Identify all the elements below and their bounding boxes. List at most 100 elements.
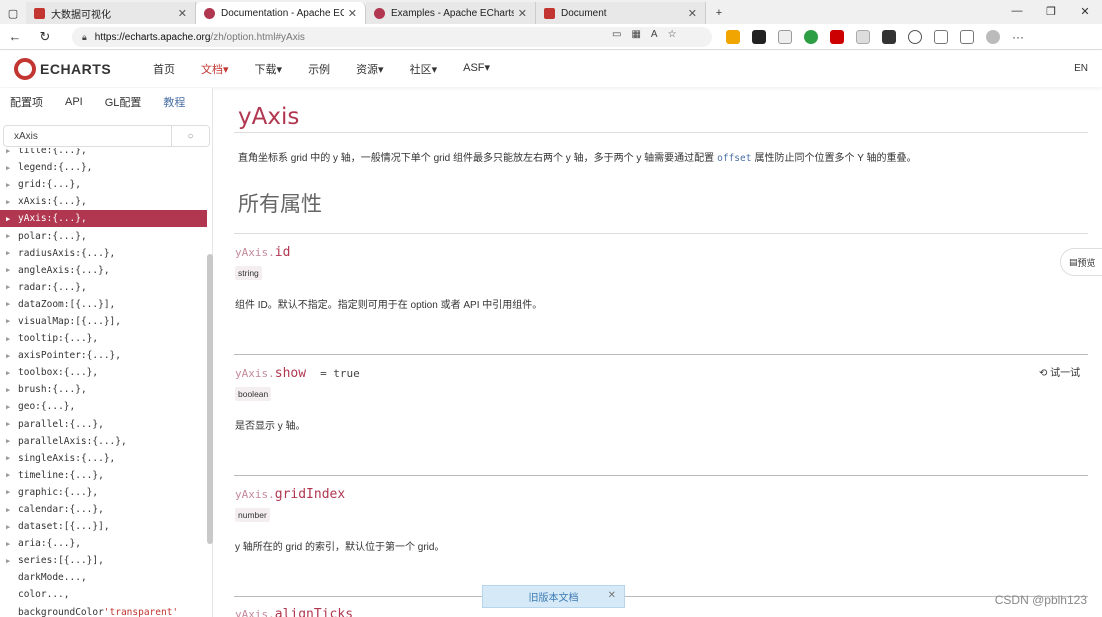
caret-right-icon: ▶ [6, 471, 11, 480]
nav-asf[interactable]: ASF▾ [450, 61, 503, 77]
extension-icon[interactable] [830, 30, 844, 44]
extension-icon[interactable] [882, 30, 896, 44]
browser-tab[interactable]: 大数据可视化 ✕ [26, 2, 196, 24]
tree-item-toolbox[interactable]: ▶ toolbox: {...} , [0, 364, 207, 381]
tree-item-visualmap[interactable]: ▶ visualMap: [{...}] , [0, 313, 207, 330]
search-icon[interactable]: ○ [171, 126, 209, 146]
echarts-logo[interactable]: ECHARTS [14, 58, 124, 80]
refresh-icon[interactable]: ↻ [30, 24, 60, 50]
tree-item-dataset[interactable]: ▶ dataset: [{...}] , [0, 518, 207, 535]
avatar[interactable] [986, 30, 1000, 44]
tree-item-graphic[interactable]: ▶ graphic: {...} , [0, 484, 207, 501]
search-input[interactable] [4, 127, 171, 145]
tree-item-axispointer[interactable]: ▶ axisPointer: {...} , [0, 347, 207, 364]
close-tab-icon[interactable]: ✕ [178, 7, 187, 20]
back-icon[interactable]: ← [0, 24, 30, 50]
tree-item-parallel[interactable]: ▶ parallel: {...} , [0, 416, 207, 433]
close-tab-icon[interactable]: ✕ [518, 7, 527, 20]
prop-aligntics-header[interactable]: yAxis.alignTicks [235, 607, 353, 617]
caret-right-icon: ▶ [6, 505, 11, 514]
extension-icon[interactable] [856, 30, 870, 44]
close-tab-icon[interactable]: ✕ [688, 7, 697, 20]
prop-gridindex-header[interactable]: yAxis.gridIndex [235, 487, 345, 502]
browser-tab[interactable]: Document ✕ [536, 2, 706, 24]
extension-icon[interactable] [778, 30, 792, 44]
tab-api[interactable]: API [65, 96, 83, 108]
collections-icon[interactable] [960, 30, 974, 44]
tree-item-aria[interactable]: ▶ aria: {...} , [0, 535, 207, 552]
tree-item-radiusaxis[interactable]: ▶ radiusAxis: {...} , [0, 245, 207, 262]
tree-item-timeline[interactable]: ▶ timeline: {...} , [0, 467, 207, 484]
tree-item-tooltip[interactable]: ▶ tooltip: {...} , [0, 330, 207, 347]
tree-item-parallelaxis[interactable]: ▶ parallelAxis: {...} , [0, 433, 207, 450]
prop-prefix: yAxis. [235, 246, 275, 259]
more-menu-icon[interactable]: ··· [1012, 30, 1024, 44]
tree-item-yaxis[interactable]: ▶ yAxis: {...} , [0, 210, 207, 228]
try-label: 试一试 [1050, 368, 1081, 379]
prop-id-header[interactable]: yAxis.id [235, 245, 290, 260]
restore-icon[interactable]: ❐ [1034, 0, 1068, 22]
caret-right-icon: ▶ [6, 522, 11, 531]
nav-resources[interactable]: 资源▾ [343, 61, 397, 77]
favorites-icon[interactable] [934, 30, 948, 44]
language-switch[interactable]: EN [1074, 63, 1088, 74]
tree-value: [{...}] [69, 298, 110, 310]
puzzle-icon[interactable] [908, 30, 922, 44]
nav-download[interactable]: 下载▾ [242, 61, 296, 77]
browser-tab[interactable]: Examples - Apache ECharts ✕ [366, 2, 536, 24]
tree-value: 'transparent' [103, 606, 179, 617]
old-docs-link[interactable]: 旧版本文档 [529, 589, 579, 604]
tree-sep: , [80, 196, 87, 208]
preview-button[interactable]: ▤ 预览 [1060, 248, 1102, 276]
tree-item-series[interactable]: ▶ series: [{...}] , [0, 552, 207, 569]
tree-item-backgroundcolor[interactable]: backgroundColor 'transparent' [0, 604, 207, 617]
nav-examples[interactable]: 示例 [295, 61, 343, 77]
try-it-button[interactable]: ⟲ 试一试 [1039, 364, 1080, 379]
tree-item-xaxis[interactable]: ▶ xAxis: {...} , [0, 193, 207, 210]
tab-actions-icon[interactable]: ▢ [0, 2, 26, 24]
tree-item-darkmode[interactable]: darkMode ... , [0, 569, 207, 586]
sidebar-scrollbar[interactable] [207, 254, 213, 544]
tree-item-legend[interactable]: ▶ legend: {...} , [0, 159, 207, 176]
tree-item-angleaxis[interactable]: ▶ angleAxis: {...} , [0, 262, 207, 279]
tree-key: xAxis [18, 196, 47, 208]
tree-item-title[interactable]: ▶ title: {...} , [0, 148, 207, 159]
nav-home[interactable]: 首页 [140, 61, 188, 77]
favorite-star-icon[interactable]: ☆ [668, 29, 677, 40]
tab-gl[interactable]: GL配置 [105, 94, 142, 110]
app-available-icon[interactable]: ▭ [612, 29, 621, 40]
new-tab-button[interactable]: + [706, 2, 732, 24]
extension-icon[interactable] [804, 30, 818, 44]
close-tab-icon[interactable]: ✕ [348, 7, 357, 20]
tree-item-brush[interactable]: ▶ brush: {...} , [0, 381, 207, 398]
extension-icon[interactable] [752, 30, 766, 44]
tree-item-radar[interactable]: ▶ radar: {...} , [0, 279, 207, 296]
grid-icon[interactable]: ▦ [631, 29, 640, 40]
nav-docs[interactable]: 文档▾ [188, 61, 242, 77]
tab-option[interactable]: 配置项 [10, 94, 43, 110]
close-window-icon[interactable]: ✕ [1068, 0, 1102, 22]
tab-tutorial[interactable]: 教程 [163, 94, 185, 110]
minimize-icon[interactable]: — [1000, 0, 1034, 22]
close-icon[interactable]: ✕ [608, 590, 616, 601]
tree-item-singleaxis[interactable]: ▶ singleAxis: {...} , [0, 450, 207, 467]
tree-item-grid[interactable]: ▶ grid: {...} , [0, 176, 207, 193]
echarts-favicon-icon [374, 7, 385, 19]
tree-key: yAxis [18, 213, 47, 225]
browser-tab-active[interactable]: Documentation - Apache ECharts ✕ [196, 2, 366, 24]
tree-item-datazoom[interactable]: ▶ dataZoom: [{...}] , [0, 296, 207, 313]
tree-item-color[interactable]: color ... , [0, 586, 207, 603]
tab-title: Examples - Apache ECharts [391, 7, 514, 19]
nav-community[interactable]: 社区▾ [397, 61, 451, 77]
prop-show-header[interactable]: yAxis.show = true [235, 366, 360, 381]
read-aloud-icon[interactable]: A [651, 29, 658, 40]
tree-item-polar[interactable]: ▶ polar: {...} , [0, 227, 207, 244]
caret-right-icon: ▶ [6, 197, 11, 206]
tree-item-geo[interactable]: ▶ geo: {...} , [0, 398, 207, 415]
caret-right-icon: ▶ [6, 437, 11, 446]
refresh-icon: ⟲ [1039, 368, 1051, 379]
old-docs-banner[interactable]: 旧版本文档 ✕ [482, 585, 625, 608]
url-icons: ▭ ▦ A ☆ [612, 29, 677, 40]
tree-item-calendar[interactable]: ▶ calendar: {...} , [0, 501, 207, 518]
extension-icon[interactable] [726, 30, 740, 44]
